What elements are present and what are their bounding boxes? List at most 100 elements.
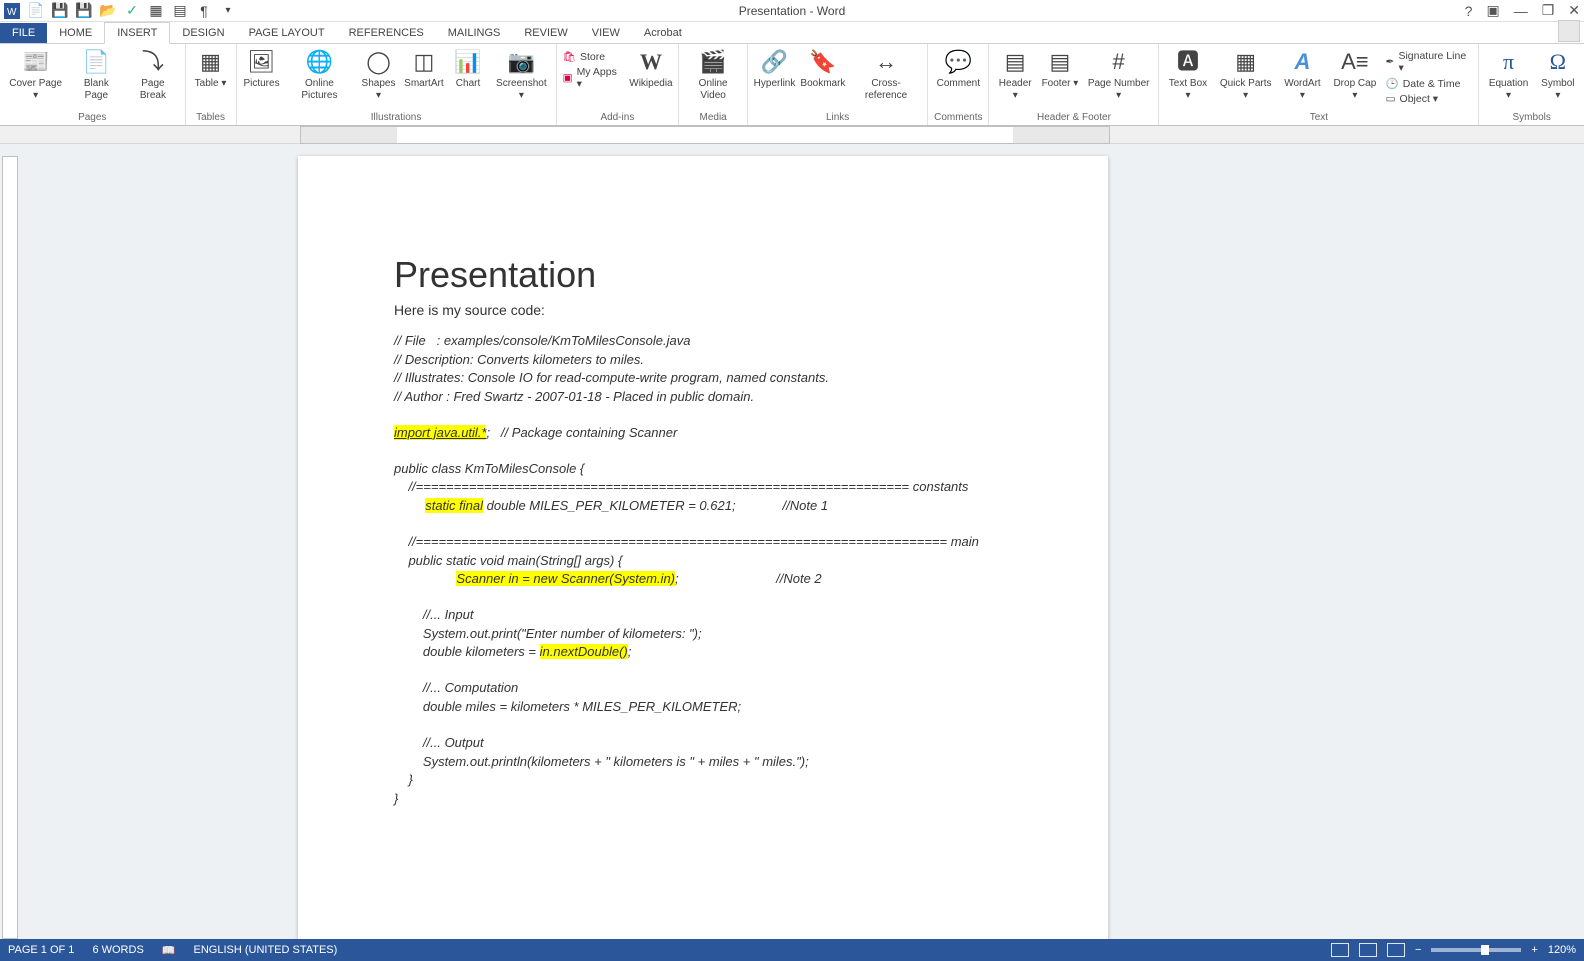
vertical-ruler[interactable] (2, 156, 18, 939)
quick-parts-button[interactable]: ▦Quick Parts ▾ (1217, 46, 1275, 102)
close-icon[interactable]: ✕ (1568, 2, 1580, 19)
blank-page-button[interactable]: 📄Blank Page (71, 46, 121, 102)
ruler-area (0, 126, 1584, 144)
ribbon-tabs: FILE HOME INSERT DESIGN PAGE LAYOUT REFE… (0, 22, 1584, 44)
code-line: public class KmToMilesConsole { (394, 461, 584, 476)
bookmark-button[interactable]: 🔖Bookmark (801, 46, 845, 90)
zoom-out-button[interactable]: − (1415, 944, 1421, 956)
status-language[interactable]: ENGLISH (UNITED STATES) (193, 944, 337, 956)
online-video-button[interactable]: 🎬Online Video (685, 46, 741, 102)
new-icon[interactable]: 📄 (28, 3, 44, 19)
group-comments: 💬Comment Comments (928, 44, 989, 125)
zoom-in-button[interactable]: + (1531, 944, 1537, 956)
symbol-icon: Ω (1544, 48, 1572, 76)
drop-cap-button[interactable]: A≡Drop Cap ▾ (1330, 46, 1380, 102)
header-icon: ▤ (1001, 48, 1029, 76)
zoom-slider[interactable] (1431, 948, 1521, 952)
smartart-label: SmartArt (404, 78, 443, 90)
myapps-button[interactable]: ▣My Apps ▾ (563, 66, 624, 90)
store-button[interactable]: 🛍Store (563, 50, 624, 63)
status-page[interactable]: PAGE 1 OF 1 (8, 944, 74, 956)
group-text: 🅰Text Box ▾ ▦Quick Parts ▾ AWordArt ▾ A≡… (1159, 44, 1479, 125)
comment-button[interactable]: 💬Comment (937, 46, 980, 90)
cover-page-button[interactable]: 📰Cover Page ▾ (6, 46, 65, 102)
tab-view[interactable]: VIEW (580, 23, 632, 43)
minimize-icon[interactable]: — (1514, 3, 1528, 19)
wikipedia-button[interactable]: WWikipedia (630, 46, 672, 90)
print-layout-button[interactable] (1359, 943, 1377, 957)
status-proofing-icon[interactable]: 📖 (162, 944, 176, 957)
chart-icon: 📊 (454, 48, 482, 76)
open-icon[interactable]: 📂 (100, 3, 116, 19)
zoom-level[interactable]: 120% (1548, 944, 1576, 956)
page[interactable]: Presentation Here is my source code: // … (298, 156, 1108, 939)
help-icon[interactable]: ? (1465, 3, 1473, 19)
zoom-thumb[interactable] (1481, 945, 1489, 955)
read-mode-button[interactable] (1331, 943, 1349, 957)
tab-insert[interactable]: INSERT (104, 22, 170, 44)
code-line: //======================================… (394, 479, 968, 494)
group-addins-label: Add-ins (600, 112, 634, 125)
wordart-button[interactable]: AWordArt ▾ (1281, 46, 1324, 102)
spelling-icon[interactable]: ✓ (124, 3, 140, 19)
quick-access-toolbar: W 📄 💾 💾 📂 ✓ ▦ ▤ ¶ ▾ (0, 3, 236, 19)
equation-button[interactable]: πEquation ▾ (1485, 46, 1531, 102)
pictures-label: Pictures (243, 78, 279, 90)
qat-more-icon[interactable]: ▾ (220, 3, 236, 19)
shapes-button[interactable]: ◯Shapes ▾ (358, 46, 398, 102)
page-title: Presentation (394, 254, 1012, 296)
save-icon[interactable]: 💾 (52, 3, 68, 19)
layout2-icon[interactable]: ▤ (172, 3, 188, 19)
code-line: double miles = kilometers * MILES_PER_KI… (394, 699, 741, 714)
save-as-icon[interactable]: 💾 (76, 3, 92, 19)
tab-design[interactable]: DESIGN (170, 23, 236, 43)
code-line: //... Computation (394, 680, 518, 695)
window-controls: ? ▣ — ❐ ✕ (1465, 2, 1580, 19)
smartart-icon: ◫ (410, 48, 438, 76)
blank-page-label: Blank Page (71, 78, 121, 102)
code-line: ; //Note 2 (675, 571, 822, 586)
text-box-button[interactable]: 🅰Text Box ▾ (1165, 46, 1210, 102)
tab-review[interactable]: REVIEW (512, 23, 579, 43)
symbol-button[interactable]: ΩSymbol ▾ (1538, 46, 1578, 102)
tab-page-layout[interactable]: PAGE LAYOUT (237, 23, 337, 43)
smartart-button[interactable]: ◫ SmartArt (405, 46, 443, 90)
code-line: // Author : Fred Swartz - 2007-01-18 - P… (394, 389, 754, 404)
group-symbols: πEquation ▾ ΩSymbol ▾ Symbols (1479, 44, 1584, 125)
horizontal-ruler[interactable] (300, 126, 1110, 144)
page-number-button[interactable]: #Page Number ▾ (1085, 46, 1152, 102)
group-links: 🔗Hyperlink 🔖Bookmark ↔Cross-reference Li… (748, 44, 928, 125)
table-button[interactable]: ▦Table ▾ (192, 46, 230, 90)
ribbon-display-icon[interactable]: ▣ (1486, 2, 1499, 19)
group-tables-label: Tables (196, 112, 225, 125)
layout1-icon[interactable]: ▦ (148, 3, 164, 19)
date-time-button[interactable]: 🕒Date & Time (1386, 77, 1473, 90)
tab-acrobat[interactable]: Acrobat (632, 23, 694, 43)
chart-button[interactable]: 📊Chart (449, 46, 487, 90)
footer-button[interactable]: ▤Footer ▾ (1041, 46, 1079, 90)
cover-page-icon: 📰 (22, 48, 50, 76)
hyperlink-button[interactable]: 🔗Hyperlink (754, 46, 795, 90)
code-line: ; // Package containing Scanner (486, 425, 677, 440)
paragraph-icon[interactable]: ¶ (196, 3, 212, 19)
cross-reference-button[interactable]: ↔Cross-reference (851, 46, 921, 102)
tab-home[interactable]: HOME (47, 23, 104, 43)
pictures-button[interactable]: 🖼Pictures (243, 46, 281, 90)
page-break-button[interactable]: ⤵Page Break (127, 46, 178, 102)
online-pictures-label: Online Pictures (287, 78, 353, 102)
user-avatar[interactable] (1558, 20, 1580, 42)
screenshot-label: Screenshot ▾ (493, 78, 550, 102)
document-area[interactable]: Presentation Here is my source code: // … (0, 144, 1584, 939)
online-pictures-button[interactable]: 🌐Online Pictures (287, 46, 353, 102)
web-layout-button[interactable] (1387, 943, 1405, 957)
status-words[interactable]: 6 WORDS (92, 944, 143, 956)
restore-icon[interactable]: ❐ (1542, 2, 1555, 19)
header-button[interactable]: ▤Header ▾ (995, 46, 1034, 102)
tab-mailings[interactable]: MAILINGS (436, 23, 513, 43)
signature-line-button[interactable]: ✒Signature Line ▾ (1386, 50, 1473, 74)
object-button[interactable]: ▭Object ▾ (1386, 93, 1473, 105)
screenshot-button[interactable]: 📷Screenshot ▾ (493, 46, 550, 102)
cross-reference-icon: ↔ (872, 48, 900, 76)
tab-references[interactable]: REFERENCES (337, 23, 436, 43)
tab-file[interactable]: FILE (0, 23, 47, 43)
